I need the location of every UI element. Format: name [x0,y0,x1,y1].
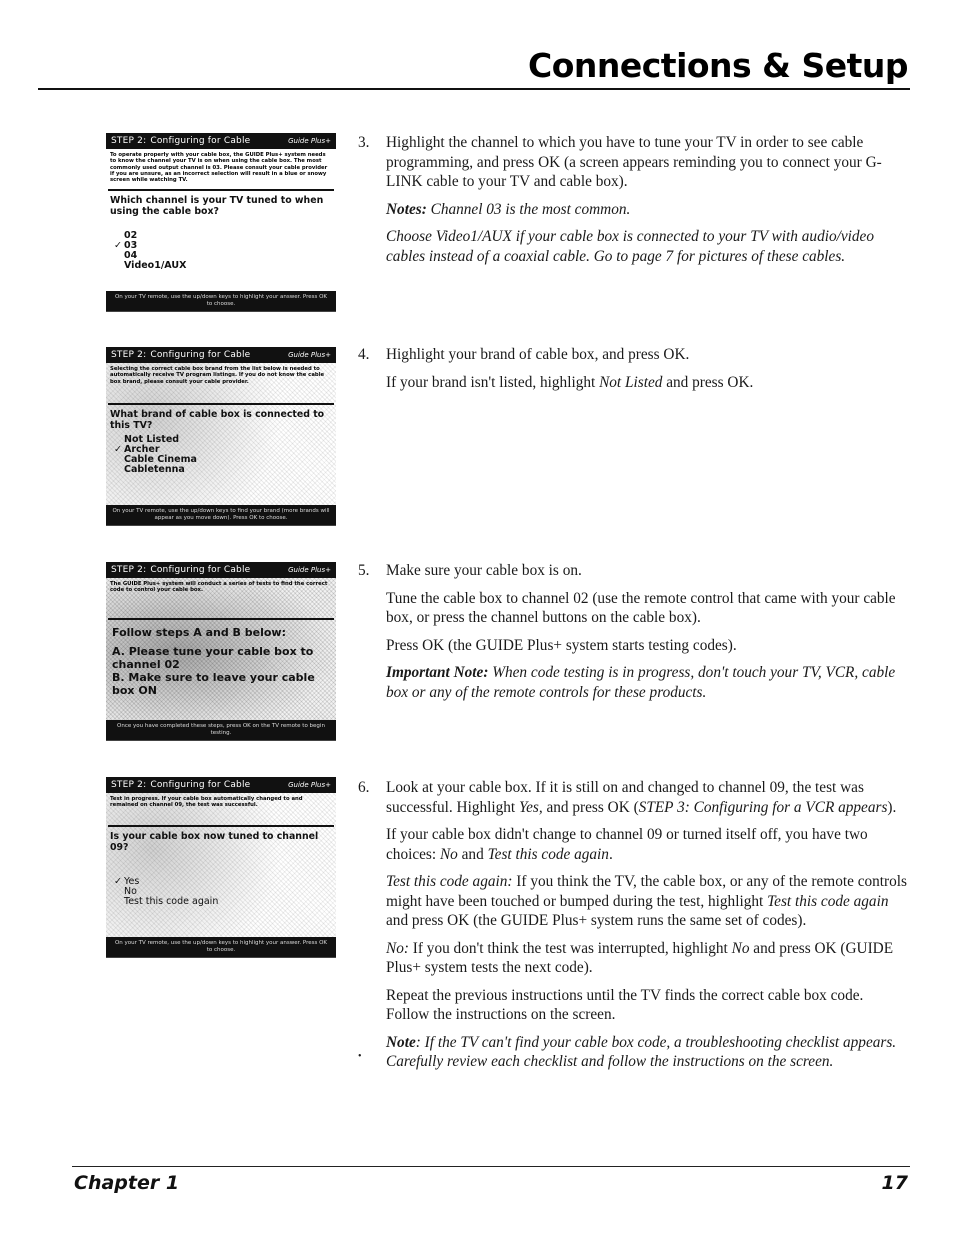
footer-divider [72,1166,910,1167]
step-number: 3. [358,134,370,151]
step-number: 6. [358,779,370,796]
screen-option-list: ✓ Yes No Test this code again [106,853,336,907]
page-number: 17 [881,1172,908,1194]
page-header-title: Connections & Setup [527,46,909,85]
screen-option-list: Not Listed ✓ Archer Cable Cinema Cableten… [106,431,336,475]
screen-footer-hint: Once you have completed these steps, pre… [106,720,336,740]
screen-option: 02 [124,230,138,242]
guide-plus-logo-icon: Guide Plus+ [288,781,331,789]
screen-titlebar: STEP 2: Configuring for Cable Guide Plus+ [106,347,336,363]
screen-step-label: STEP 2: [111,565,147,575]
step-number: 4. [358,346,370,363]
step-paragraph: If your cable box didn't change to chann… [386,826,868,863]
step-paragraph: Press OK (the GUIDE Plus+ system starts … [386,636,737,654]
step-paragraph: Highlight your brand of cable box, and p… [386,346,690,363]
screen-title: Configuring for Cable [150,565,251,575]
screen-option: Cabletenna [124,463,185,475]
screen-option-selected: ✓ Yes [114,875,140,887]
checkmark-icon: ✓ [114,240,122,252]
step-paragraph: Tune the cable box to channel 02 (use th… [386,589,896,627]
step-5: 5. Make sure your cable box is on. Tune … [358,561,908,710]
step-paragraph: If your brand isn't listed, highlight No… [386,373,754,391]
screen-title: Configuring for Cable [150,350,251,360]
step-paragraph: Highlight the channel to which you have … [386,134,882,190]
screen-question: Is your cable box now tuned to channel 0… [110,830,319,853]
step-note-detail: Choose Video1/AUX if your cable box is c… [386,228,874,265]
checkmark-icon: ✓ [114,875,122,887]
important-note: Important Note: When code testing is in … [386,664,896,701]
screen-instruction-line: B. Make sure to leave your cable box ON [112,670,315,697]
screen-instruction-line: A. Please tune your cable box to channel… [112,644,314,671]
guide-plus-logo-icon: Guide Plus+ [288,566,331,574]
step-paragraph: Test this code again: If you think the T… [386,873,907,929]
checkmark-icon: ✓ [114,443,122,455]
screen-footer-hint: On your TV remote, use the up/down keys … [106,937,336,957]
screen-title: Configuring for Cable [150,136,251,146]
step-paragraph: Look at your cable box. If it is still o… [386,779,897,816]
step-4: 4. Highlight your brand of cable box, an… [358,345,908,400]
screen-step-label: STEP 2: [111,136,147,146]
screen-option: Video1/AUX [124,260,187,272]
screen-option-list: 02 ✓ 03 04 Video1/AUX [106,217,336,271]
screen-info-text: To operate properly with your cable box,… [110,152,328,184]
guide-plus-logo-icon: Guide Plus+ [288,137,331,145]
chapter-label: Chapter 1 [74,1172,180,1194]
screen-titlebar: STEP 2: Configuring for Cable Guide Plus+ [106,777,336,793]
guide-plus-logo-icon: Guide Plus+ [288,351,331,359]
bullet-icon: • [358,1050,362,1062]
tv-screen-test-result: STEP 2: Configuring for Cable Guide Plus+… [106,777,336,958]
screen-title: Configuring for Cable [150,780,251,790]
screen-info-text: The GUIDE Plus+ system will conduct a se… [110,581,328,594]
screen-question: What brand of cable box is connected to … [110,408,325,431]
screen-info-text: Test in progress. If your cable box auto… [110,796,303,809]
screen-step-label: STEP 2: [111,780,147,790]
screen-step-label: STEP 2: [111,350,147,360]
screen-instruction-line: Follow steps A and B below: [112,625,286,639]
screen-option: Test this code again [124,895,219,907]
screen-option-selected: ✓ 03 [114,240,138,252]
tv-screen-brand-select: STEP 2: Configuring for Cable Guide Plus+… [106,347,336,526]
step-paragraph: Repeat the previous instructions until t… [386,986,864,1024]
tv-screen-code-test-prep: STEP 2: Configuring for Cable Guide Plus+… [106,562,336,741]
screen-footer-hint: On your TV remote, use the up/down keys … [106,505,336,525]
tv-screen-channel-select: STEP 2: Configuring for Cable Guide Plus+… [106,133,336,312]
step-number: 5. [358,562,370,579]
screen-footer-hint: On your TV remote, use the up/down keys … [106,291,336,311]
troubleshooting-note: • Note: If the TV can't find your cable b… [358,1033,897,1071]
screen-titlebar: STEP 2: Configuring for Cable Guide Plus+ [106,133,336,149]
step-note: Notes: Channel 03 is the most common. [386,200,631,218]
step-6: 6. Look at your cable box. If it is stil… [358,778,908,1080]
step-3: 3. Highlight the channel to which you ha… [358,133,908,274]
screen-info-text: Selecting the correct cable box brand fr… [110,366,325,385]
header-divider [38,88,910,90]
step-paragraph: Make sure your cable box is on. [386,562,582,579]
screen-titlebar: STEP 2: Configuring for Cable Guide Plus+ [106,562,336,578]
screen-question: Which channel is your TV tuned to when u… [110,195,324,218]
step-paragraph: No: If you don't think the test was inte… [386,939,894,977]
